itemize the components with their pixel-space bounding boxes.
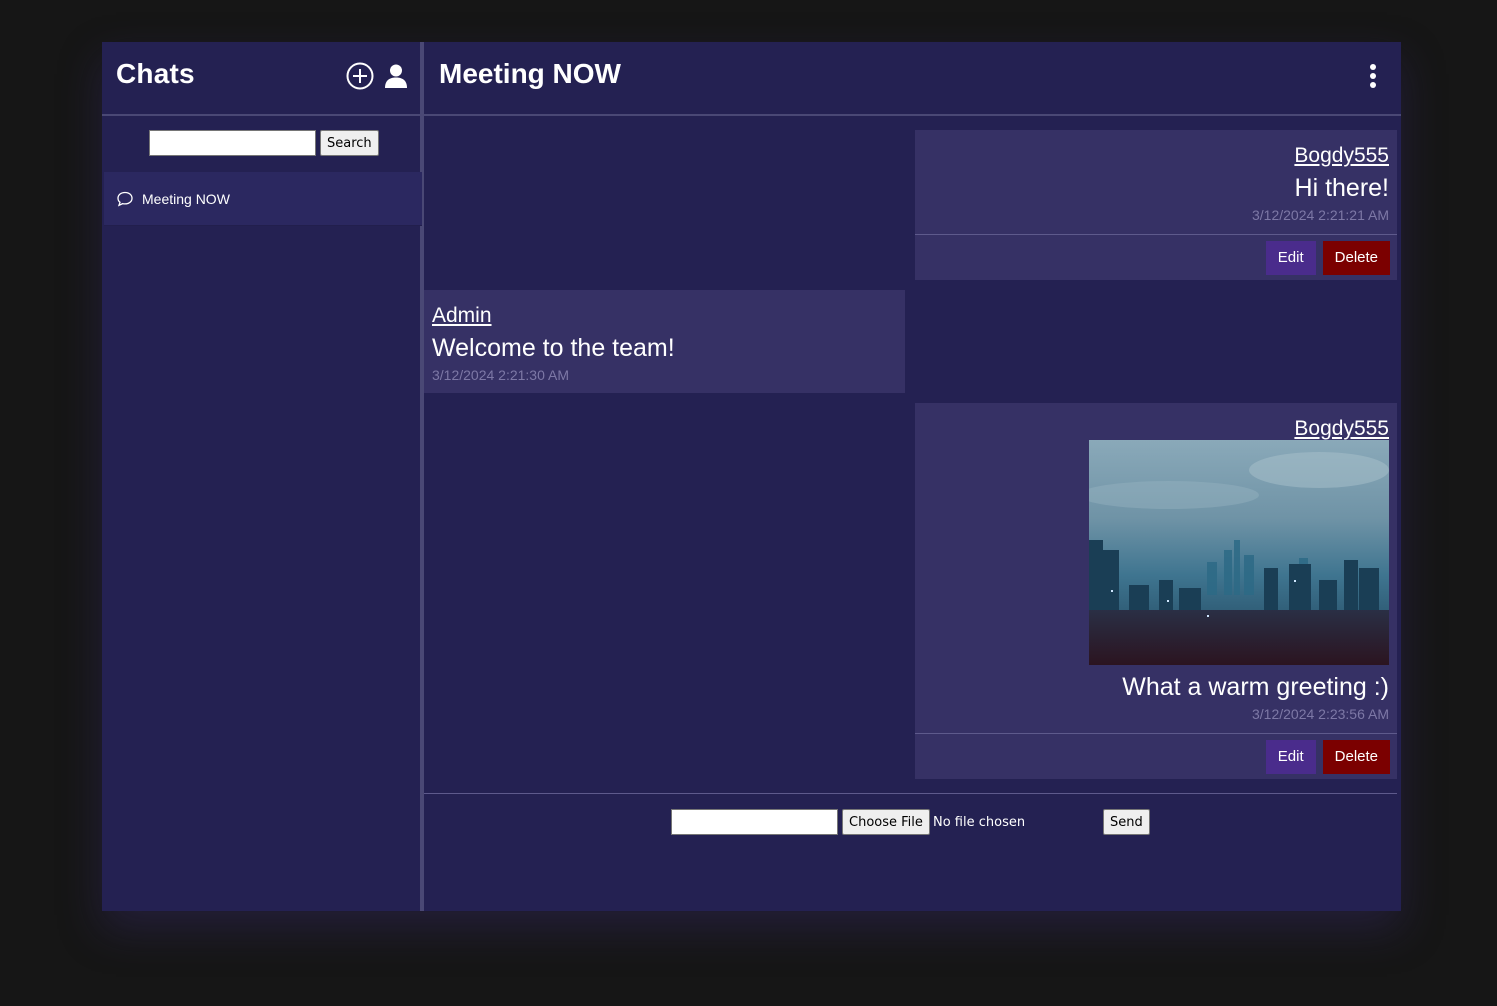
chat-header: Meeting NOW xyxy=(424,42,1401,116)
message-timestamp: 3/12/2024 2:21:21 AM xyxy=(1252,207,1389,223)
chat-title: Meeting NOW xyxy=(439,58,621,89)
chat-main-panel: Meeting NOW Bogdy555 Hi there! 3/12/2024… xyxy=(424,42,1401,911)
message-actions: Edit Delete xyxy=(915,234,1397,280)
chat-list-item-label: Meeting NOW xyxy=(142,190,230,207)
chat-list-item-meeting-now[interactable]: Meeting NOW xyxy=(104,172,422,226)
message-author-link[interactable]: Bogdy555 xyxy=(1294,144,1389,168)
search-bar: Search xyxy=(149,130,379,156)
sidebar-title: Chats xyxy=(116,58,195,89)
message-author-link[interactable]: Admin xyxy=(432,304,492,328)
edit-message-button[interactable]: Edit xyxy=(1265,240,1316,275)
search-input[interactable] xyxy=(149,130,316,156)
message-text: What a warm greeting :) xyxy=(1122,673,1389,701)
message-composer: Choose File No file chosen Send xyxy=(424,793,1397,911)
chat-app-window: Chats Search Meeting NOW Meeting NOW Bog… xyxy=(102,42,1401,911)
sidebar-header: Chats xyxy=(102,42,420,116)
send-button[interactable]: Send xyxy=(1103,809,1150,835)
chat-bubble-icon xyxy=(117,191,133,207)
sidebar: Chats Search Meeting NOW xyxy=(102,42,424,911)
edit-message-button[interactable]: Edit xyxy=(1265,739,1316,774)
message-item: Bogdy555 Hi there! 3/12/2024 2:21:21 AM … xyxy=(915,130,1397,280)
message-author-link[interactable]: Bogdy555 xyxy=(1294,417,1389,441)
search-button[interactable]: Search xyxy=(320,130,379,156)
message-text: Welcome to the team! xyxy=(432,334,675,362)
message-list: Bogdy555 Hi there! 3/12/2024 2:21:21 AM … xyxy=(424,118,1397,793)
add-chat-icon[interactable] xyxy=(345,61,375,91)
message-item: Admin Welcome to the team! 3/12/2024 2:2… xyxy=(424,290,905,393)
message-text: Hi there! xyxy=(1294,174,1389,202)
message-item: Bogdy555 What a warm greeting:) 3/12/20… xyxy=(915,403,1397,779)
message-image xyxy=(1089,440,1389,665)
message-timestamp: 3/12/2024 2:21:30 AM xyxy=(432,367,569,383)
user-profile-icon[interactable] xyxy=(383,63,409,89)
message-input[interactable] xyxy=(671,809,838,835)
more-options-icon[interactable] xyxy=(1365,63,1381,91)
delete-message-button[interactable]: Delete xyxy=(1322,240,1390,275)
message-actions: Edit Delete xyxy=(915,733,1397,779)
choose-file-button[interactable]: Choose File xyxy=(842,809,930,835)
message-timestamp: 3/12/2024 2:23:56 AM xyxy=(1252,706,1389,722)
file-status-label: No file chosen xyxy=(933,815,1026,830)
delete-message-button[interactable]: Delete xyxy=(1322,739,1390,774)
